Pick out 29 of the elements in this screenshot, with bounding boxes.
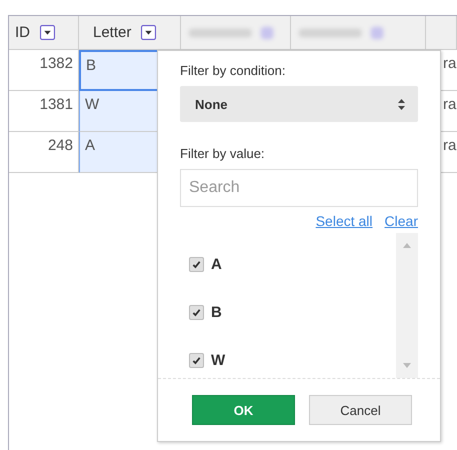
select-all-link[interactable]: Select all [316, 213, 373, 229]
filter-dropdown-icon[interactable] [141, 25, 156, 40]
search-field[interactable]: Search [180, 169, 418, 207]
filter-condition-label: Filter by condition: [180, 63, 286, 78]
clear-link[interactable]: Clear [384, 213, 418, 229]
scrollbar[interactable] [396, 233, 418, 378]
checkbox[interactable] [189, 304, 204, 320]
scroll-down-icon[interactable] [403, 363, 411, 368]
scroll-up-icon[interactable] [403, 243, 411, 248]
value-label: W [211, 352, 226, 368]
value-label: B [211, 304, 222, 320]
column-title: Letter [93, 24, 132, 41]
check-icon [192, 308, 201, 316]
check-icon [192, 356, 201, 364]
sort-arrows-icon [398, 98, 405, 110]
check-icon [192, 260, 201, 268]
column-header[interactable] [426, 16, 457, 50]
checkbox[interactable] [189, 256, 204, 272]
condition-select[interactable]: None [180, 86, 418, 122]
column-title: ID [15, 24, 30, 41]
filter-dropdown-icon[interactable] [40, 25, 55, 40]
column-header[interactable]: ID [9, 16, 79, 50]
column-header[interactable] [181, 16, 291, 50]
filter-value-label: Filter by value: [180, 146, 266, 161]
cancel-button[interactable]: Cancel [309, 395, 412, 425]
checkbox[interactable] [189, 352, 204, 368]
column-header[interactable] [291, 16, 426, 50]
column-header[interactable]: Letter [79, 16, 181, 50]
value-label: A [211, 256, 222, 272]
